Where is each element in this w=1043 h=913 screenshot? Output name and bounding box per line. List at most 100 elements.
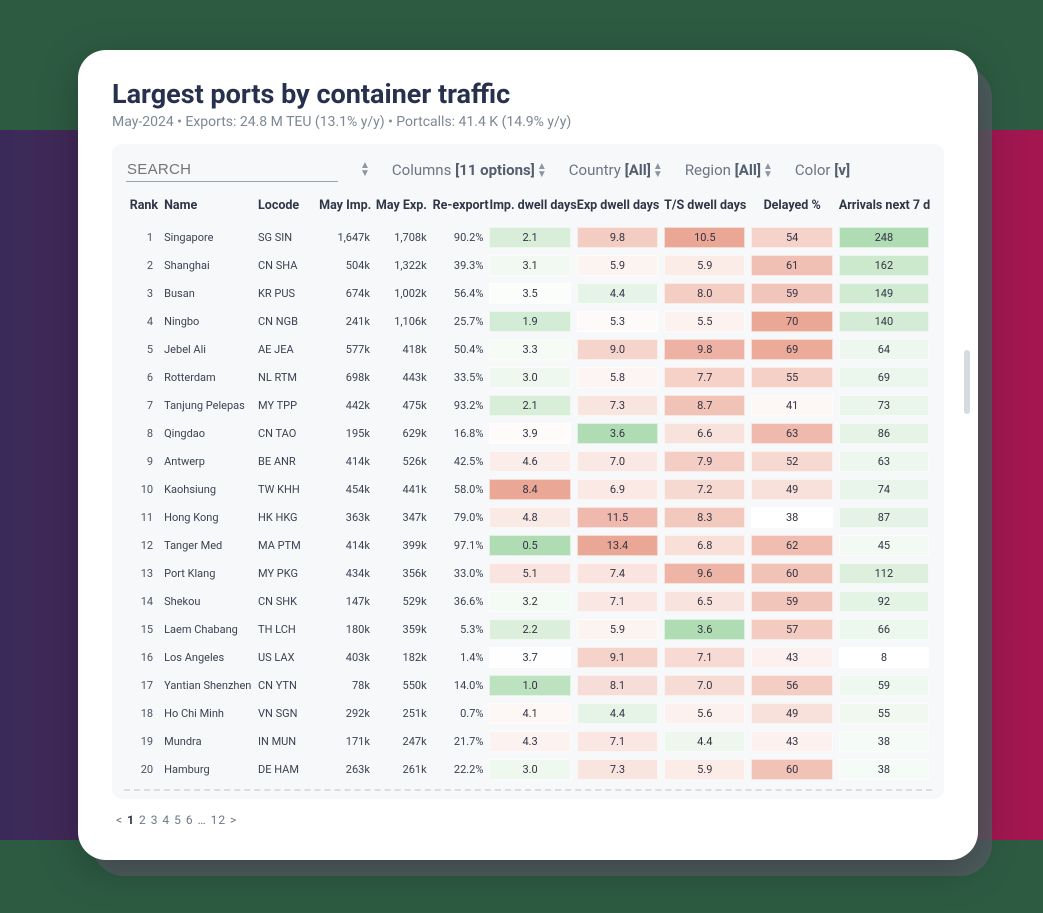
- col-header[interactable]: Name: [161, 192, 255, 223]
- heat-cell: 6.8: [661, 531, 748, 559]
- cell: 58.0%: [430, 475, 487, 503]
- cell: 5.3%: [430, 615, 487, 643]
- cell: 418k: [373, 335, 430, 363]
- table-row[interactable]: 5Jebel AliAE JEA577k418k50.4%3.39.09.869…: [124, 335, 932, 363]
- table-row[interactable]: 8QingdaoCN TAO195k629k16.8%3.93.66.66386: [124, 419, 932, 447]
- col-header[interactable]: Arrivals next 7 d: [836, 192, 932, 223]
- cell: CN SHK: [255, 587, 316, 615]
- heat-cell: 5.3: [574, 307, 661, 335]
- cell: 182k: [373, 643, 430, 671]
- table-row[interactable]: 3BusanKR PUS674k1,002k56.4%3.54.48.05914…: [124, 279, 932, 307]
- cell: Qingdao: [161, 419, 255, 447]
- heat-cell: 7.7: [661, 363, 748, 391]
- col-header[interactable]: Rank: [124, 192, 161, 223]
- heat-cell: 3.0: [486, 755, 573, 783]
- country-selector[interactable]: Country [All]: [569, 161, 663, 179]
- cell: 25.7%: [430, 307, 487, 335]
- heat-cell: 4.4: [661, 727, 748, 755]
- heat-cell: 56: [748, 671, 835, 699]
- cell: 241k: [316, 307, 373, 335]
- cell: AE JEA: [255, 335, 316, 363]
- columns-selector[interactable]: Columns [11 options]: [392, 161, 547, 179]
- heat-cell: 6.9: [574, 475, 661, 503]
- heat-cell: 1.9: [486, 307, 573, 335]
- color-selector[interactable]: Color [v]: [795, 161, 850, 179]
- cell: 2: [124, 251, 161, 279]
- cell: CN NGB: [255, 307, 316, 335]
- heat-cell: 7.9: [661, 447, 748, 475]
- table-row[interactable]: 16Los AngelesUS LAX403k182k1.4%3.79.17.1…: [124, 643, 932, 671]
- cell: 247k: [373, 727, 430, 755]
- heat-cell: 54: [748, 223, 835, 251]
- heat-cell: 60: [748, 559, 835, 587]
- col-header[interactable]: Imp. dwell days: [486, 192, 573, 223]
- table-row[interactable]: 15Laem ChabangTH LCH180k359k5.3%2.25.93.…: [124, 615, 932, 643]
- cell: 195k: [316, 419, 373, 447]
- cell: 16.8%: [430, 419, 487, 447]
- cell: 7: [124, 391, 161, 419]
- cell: 10: [124, 475, 161, 503]
- heat-cell: 7.0: [661, 671, 748, 699]
- heat-cell: 45: [836, 531, 932, 559]
- table-row[interactable]: 13Port KlangMY PKG434k356k33.0%5.17.49.6…: [124, 559, 932, 587]
- cell: 17: [124, 671, 161, 699]
- table-row[interactable]: 12Tanger MedMA PTM414k399k97.1%0.513.46.…: [124, 531, 932, 559]
- cell: 1,106k: [373, 307, 430, 335]
- table-row[interactable]: 10KaohsiungTW KHH454k441k58.0%8.46.97.24…: [124, 475, 932, 503]
- table-row[interactable]: 6RotterdamNL RTM698k443k33.5%3.05.87.755…: [124, 363, 932, 391]
- cell: MY PKG: [255, 559, 316, 587]
- table-row[interactable]: 2ShanghaiCN SHA504k1,322k39.3%3.15.95.96…: [124, 251, 932, 279]
- cell: 97.1%: [430, 531, 487, 559]
- cell: NL RTM: [255, 363, 316, 391]
- cell: 526k: [373, 447, 430, 475]
- heat-cell: 66: [836, 615, 932, 643]
- table-row[interactable]: 20HamburgDE HAM263k261k22.2%3.07.35.9603…: [124, 755, 932, 783]
- cell: 22.2%: [430, 755, 487, 783]
- cell: 56.4%: [430, 279, 487, 307]
- heat-cell: 248: [836, 223, 932, 251]
- heat-cell: 5.6: [661, 699, 748, 727]
- sort-icon[interactable]: [360, 162, 370, 178]
- table-row[interactable]: 7Tanjung PelepasMY TPP442k475k93.2%2.17.…: [124, 391, 932, 419]
- table-row[interactable]: 4NingboCN NGB241k1,106k25.7%1.95.35.5701…: [124, 307, 932, 335]
- col-header[interactable]: May Exp.: [373, 192, 430, 223]
- table-row[interactable]: 11Hong KongHK HKG363k347k79.0%4.811.58.3…: [124, 503, 932, 531]
- cell: 359k: [373, 615, 430, 643]
- heat-cell: 13.4: [574, 531, 661, 559]
- heat-cell: 8.0: [661, 279, 748, 307]
- cell: 529k: [373, 587, 430, 615]
- col-header[interactable]: T/S dwell days: [661, 192, 748, 223]
- heat-cell: 3.5: [486, 279, 573, 307]
- heat-cell: 87: [836, 503, 932, 531]
- pagination[interactable]: < 1 2 3 4 5 6 … 12 >: [112, 799, 944, 827]
- search-input[interactable]: [126, 158, 338, 182]
- heat-cell: 60: [748, 755, 835, 783]
- cell: 12: [124, 531, 161, 559]
- heat-cell: 3.0: [486, 363, 573, 391]
- cell: 577k: [316, 335, 373, 363]
- table-row[interactable]: 9AntwerpBE ANR414k526k42.5%4.67.07.95263: [124, 447, 932, 475]
- table-row[interactable]: 14ShekouCN SHK147k529k36.6%3.27.16.55992: [124, 587, 932, 615]
- table-row[interactable]: 1SingaporeSG SIN1,647k1,708k90.2%2.19.81…: [124, 223, 932, 251]
- scrollbar-thumb[interactable]: [964, 350, 970, 414]
- heat-cell: 4.6: [486, 447, 573, 475]
- col-header[interactable]: Exp dwell days: [574, 192, 661, 223]
- col-header[interactable]: Locode: [255, 192, 316, 223]
- cell: Shekou: [161, 587, 255, 615]
- col-header[interactable]: Delayed %: [748, 192, 835, 223]
- heat-cell: 63: [836, 447, 932, 475]
- cell: 363k: [316, 503, 373, 531]
- heat-cell: 149: [836, 279, 932, 307]
- cell: 20: [124, 755, 161, 783]
- table-row[interactable]: 19MundraIN MUN171k247k21.7%4.37.14.44338: [124, 727, 932, 755]
- region-selector[interactable]: Region [All]: [685, 161, 773, 179]
- table-row[interactable]: 17Yantian ShenzhenCN YTN78k550k14.0%1.08…: [124, 671, 932, 699]
- table-row[interactable]: 18Ho Chi MinhVN SGN292k251k0.7%4.14.45.6…: [124, 699, 932, 727]
- cell: KR PUS: [255, 279, 316, 307]
- col-header[interactable]: Re-export: [430, 192, 487, 223]
- cell: 42.5%: [430, 447, 487, 475]
- cell: Busan: [161, 279, 255, 307]
- cell: 3: [124, 279, 161, 307]
- heat-cell: 2.2: [486, 615, 573, 643]
- col-header[interactable]: May Imp.: [316, 192, 373, 223]
